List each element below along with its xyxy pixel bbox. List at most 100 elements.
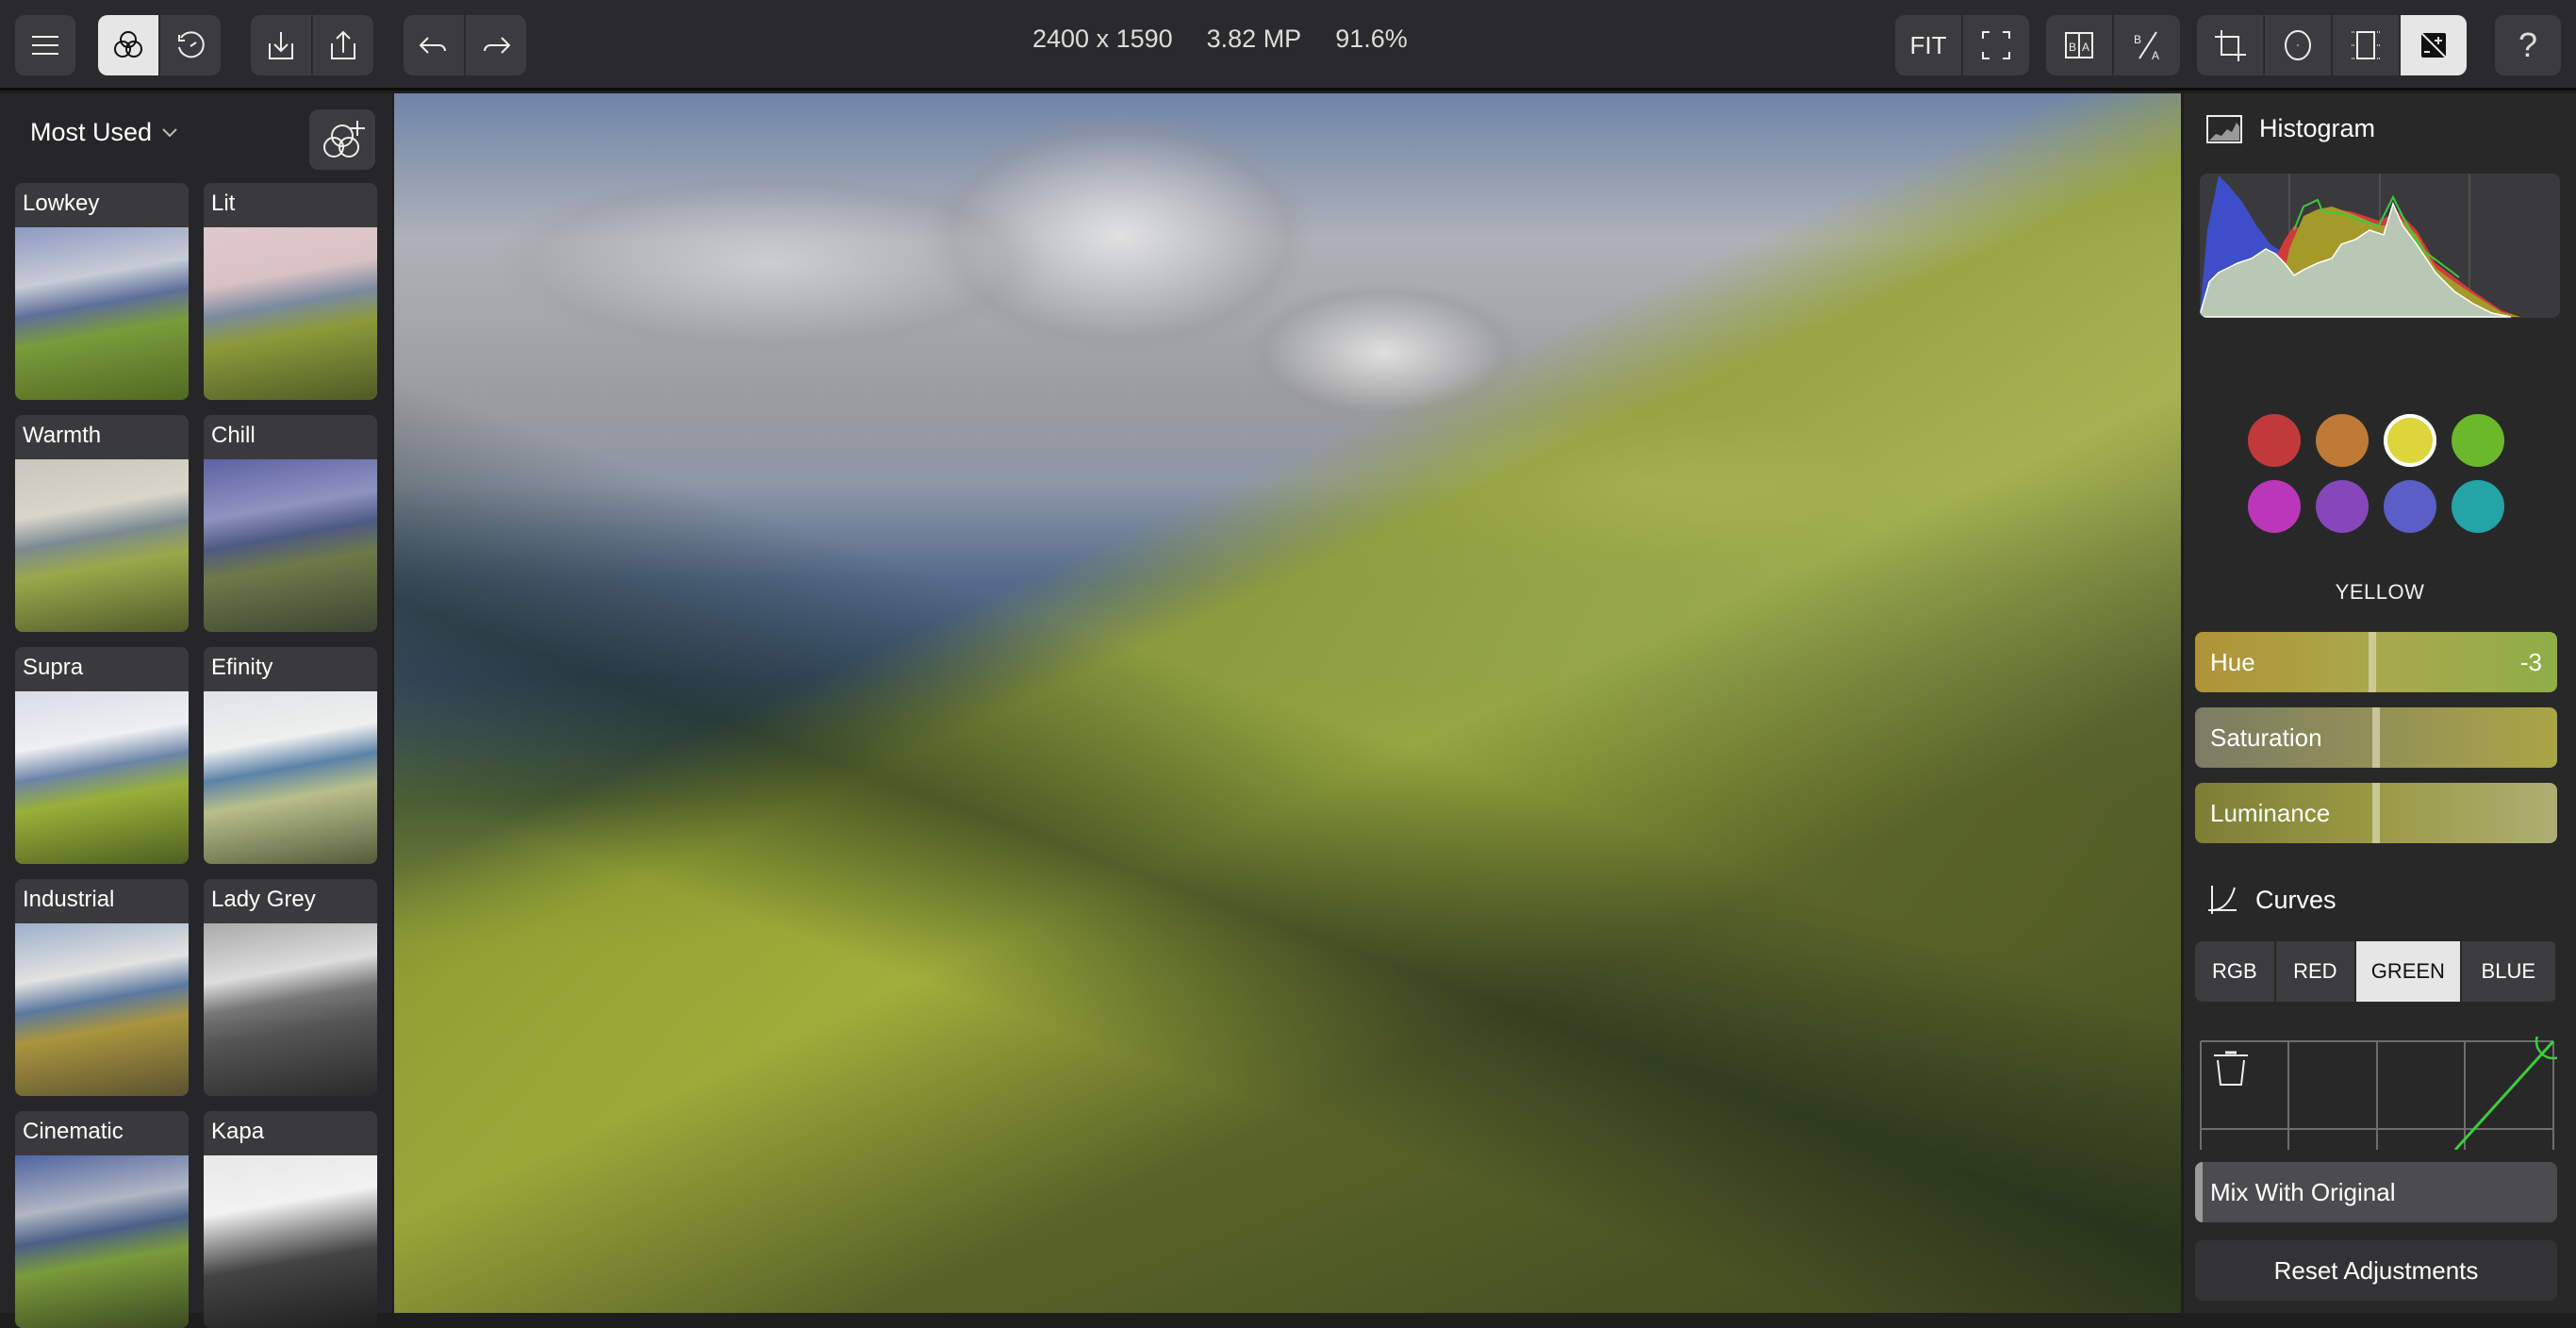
saturation-label: Saturation	[2210, 723, 2322, 752]
hue-slider[interactable]: Hue -3	[2195, 632, 2557, 692]
fullscreen-button[interactable]	[1963, 15, 2029, 75]
preset-grid: Lowkey Lit Warmth Chill Supra Efinity Industri…	[15, 183, 377, 1328]
preset-card-lit[interactable]: Lit	[204, 183, 377, 400]
curve-grid	[2200, 1040, 2554, 1150]
preset-card-lady-grey[interactable]: Lady Grey	[204, 879, 377, 1096]
fit-button[interactable]: FIT	[1895, 15, 1961, 75]
hue-value: -3	[2519, 648, 2542, 676]
histogram-icon	[2206, 114, 2242, 143]
file-group	[251, 15, 373, 75]
photo-canvas[interactable]	[394, 93, 2181, 1313]
preset-name: Efinity	[211, 655, 273, 680]
preset-name: Lit	[211, 191, 236, 216]
saturation-slider-thumb[interactable]	[2372, 707, 2380, 768]
frame-button[interactable]	[2333, 15, 2399, 75]
preset-card-kapa[interactable]: Kapa	[204, 1111, 377, 1328]
curve-tab-red[interactable]: RED	[2275, 941, 2355, 1002]
preset-card-lowkey[interactable]: Lowkey	[15, 183, 189, 400]
toggle-compare-button[interactable]: BA	[2114, 15, 2180, 75]
view-group	[98, 15, 221, 75]
crop-icon	[2215, 30, 2246, 61]
preset-name: Industrial	[23, 887, 115, 912]
preset-name: Lowkey	[23, 191, 100, 216]
color-swatch-orange[interactable]	[2316, 414, 2369, 467]
luminance-slider-thumb[interactable]	[2372, 783, 2380, 843]
compare-group: BA BA	[2046, 15, 2180, 75]
hue-slider-thumb[interactable]	[2369, 632, 2377, 692]
curve-tab-rgb[interactable]: RGB	[2195, 941, 2274, 1002]
color-swatches	[2248, 414, 2504, 533]
preset-thumbnail	[204, 227, 377, 400]
import-icon	[269, 32, 293, 59]
split-compare-button[interactable]: BA	[2046, 15, 2112, 75]
saturation-slider[interactable]: Saturation	[2195, 707, 2557, 768]
redo-button[interactable]	[466, 15, 526, 75]
preset-card-supra[interactable]: Supra	[15, 647, 189, 864]
curve-channel-selector: RGB RED GREEN BLUE	[2195, 941, 2557, 1002]
fullscreen-icon	[1982, 31, 2010, 59]
preset-card-efinity[interactable]: Efinity	[204, 647, 377, 864]
menu-button[interactable]	[15, 15, 75, 75]
curve-editor[interactable]	[2199, 1022, 2572, 1152]
chevron-down-icon	[162, 127, 177, 137]
history-icon	[178, 31, 205, 58]
hue-label: Hue	[2210, 648, 2255, 676]
histogram-header: Histogram	[2206, 114, 2375, 143]
preset-card-cinematic[interactable]: Cinematic	[15, 1111, 189, 1328]
tools-group	[2197, 15, 2467, 75]
preset-card-industrial[interactable]: Industrial	[15, 879, 189, 1096]
preset-category-dropdown[interactable]: Most Used	[30, 118, 178, 147]
color-swatch-yellow[interactable]	[2384, 414, 2436, 467]
image-info: 2400 x 1590 3.82 MP 91.6%	[1032, 25, 1408, 54]
photo-tree-line	[394, 93, 2181, 1313]
histogram-chart	[2200, 174, 2560, 318]
color-swatch-red[interactable]	[2248, 414, 2301, 467]
filters-button[interactable]	[98, 15, 158, 75]
help-group: ?	[2495, 15, 2561, 75]
preset-thumbnail	[15, 1155, 189, 1328]
color-swatch-purple[interactable]	[2316, 480, 2369, 533]
histogram-title: Histogram	[2259, 114, 2376, 142]
vignette-button[interactable]	[2265, 15, 2331, 75]
curves-header: Curves	[2206, 884, 2337, 916]
redo-icon	[484, 37, 511, 54]
image-dimensions: 2400 x 1590	[1032, 25, 1173, 53]
undo-button[interactable]	[404, 15, 464, 75]
preset-card-chill[interactable]: Chill	[204, 415, 377, 632]
curve-tab-blue[interactable]: BLUE	[2461, 941, 2556, 1002]
display-group: FIT	[1895, 15, 2029, 75]
menu-group	[15, 15, 75, 75]
history-nav-group	[404, 15, 526, 75]
toolbar: 2400 x 1590 3.82 MP 91.6% FIT BA BA ?	[0, 0, 2576, 91]
selected-color-label: YELLOW	[2335, 580, 2425, 604]
color-swatch-blue[interactable]	[2384, 480, 2436, 533]
color-swatch-green[interactable]	[2452, 414, 2504, 467]
preset-category-label: Most Used	[30, 118, 153, 146]
color-swatch-magenta[interactable]	[2248, 480, 2301, 533]
before-after-split-icon: BA	[2065, 32, 2093, 58]
import-button[interactable]	[251, 15, 311, 75]
image-megapixels: 3.82 MP	[1206, 25, 1302, 53]
history-button[interactable]	[160, 15, 221, 75]
reset-adjustments-button[interactable]: Reset Adjustments	[2195, 1240, 2557, 1301]
preset-thumbnail	[15, 691, 189, 864]
presets-panel: Most Used Lowkey Lit Warmth Chill Supra Efini…	[0, 93, 392, 1328]
export-button[interactable]	[313, 15, 373, 75]
luminance-slider[interactable]: Luminance	[2195, 783, 2557, 843]
preset-thumbnail	[15, 923, 189, 1096]
adjustments-panel: Histogram YELLOW Hue -3 Saturation Lumin…	[2184, 93, 2576, 1313]
curve-tab-green[interactable]: GREEN	[2356, 941, 2460, 1002]
add-preset-button[interactable]	[309, 109, 375, 170]
before-after-toggle-icon: BA	[2134, 31, 2159, 62]
crop-button[interactable]	[2197, 15, 2263, 75]
mix-with-original-label: Mix With Original	[2210, 1178, 2396, 1206]
preset-thumbnail	[204, 691, 377, 864]
color-swatch-aqua[interactable]	[2452, 480, 2504, 533]
help-button[interactable]: ?	[2495, 15, 2561, 75]
vignette-icon	[2285, 30, 2311, 60]
preset-name: Cinematic	[23, 1119, 124, 1144]
preset-card-warmth[interactable]: Warmth	[15, 415, 189, 632]
adjustments-button[interactable]	[2401, 15, 2467, 75]
mix-with-original-slider[interactable]: Mix With Original	[2195, 1162, 2557, 1222]
trash-icon	[2214, 1051, 2248, 1086]
